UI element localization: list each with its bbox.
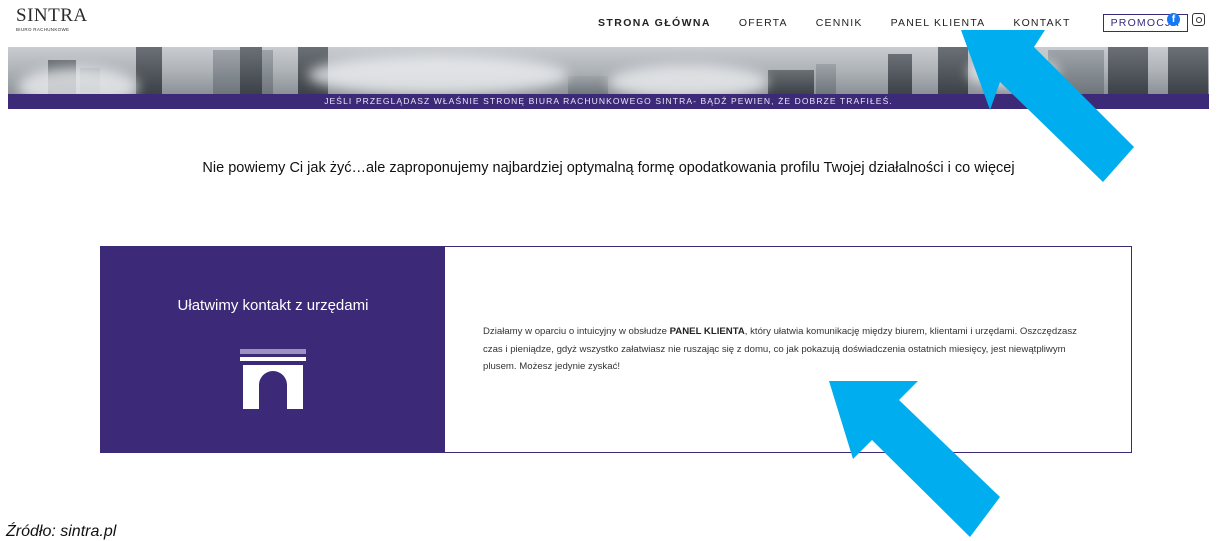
annotation-arrows (829, 30, 1134, 537)
arrow-top-icon (961, 30, 1134, 182)
arrow-bottom-icon (829, 381, 1000, 537)
